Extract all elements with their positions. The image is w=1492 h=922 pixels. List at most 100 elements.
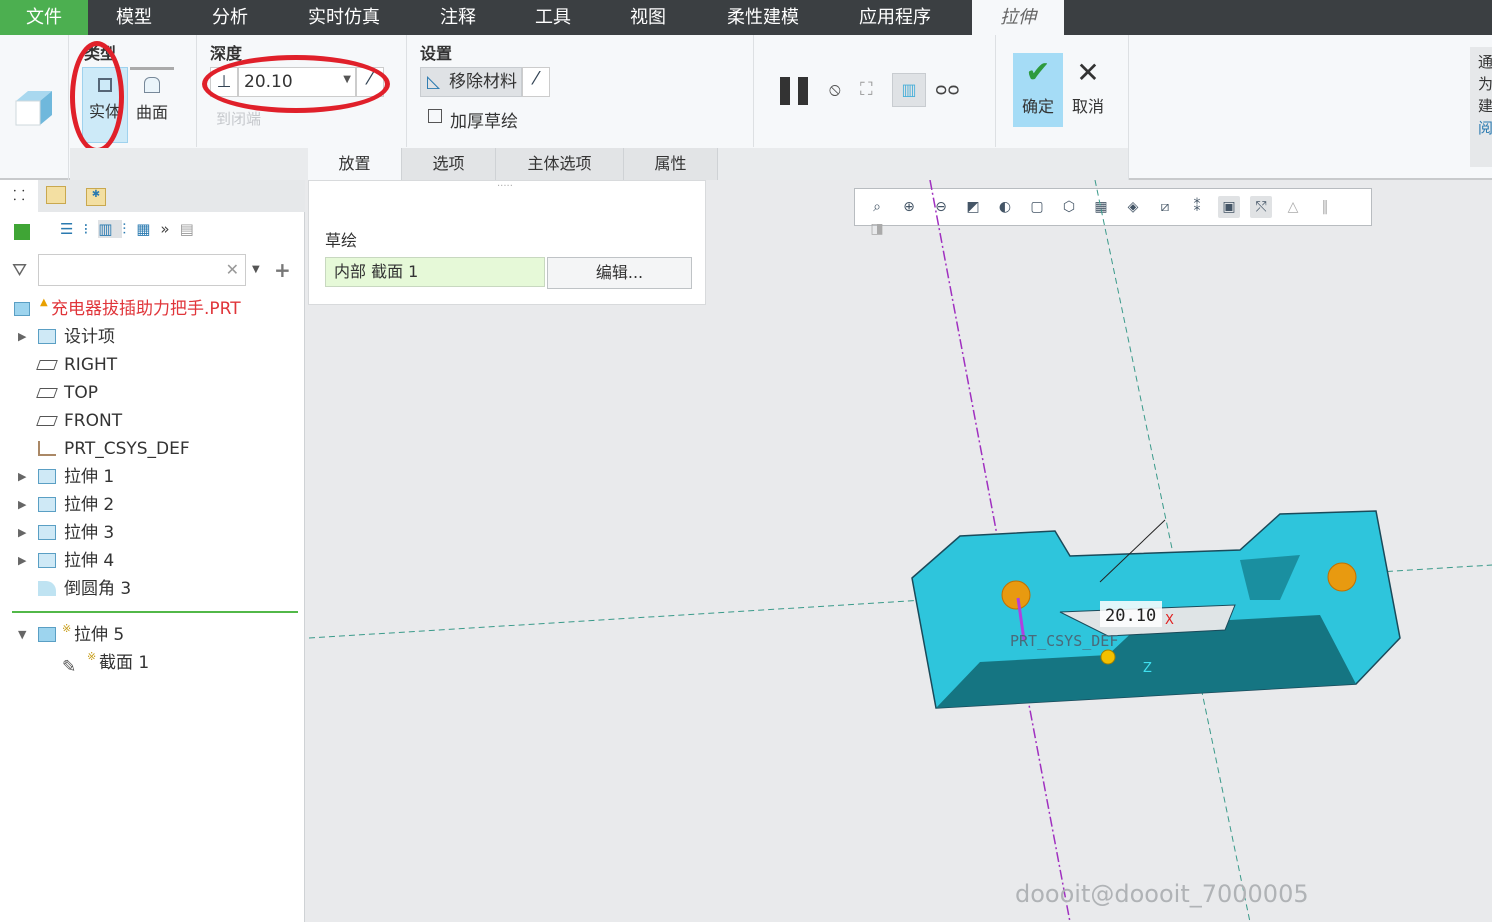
tree-item[interactable]: ▶ 拉伸 2 [0,491,114,519]
geometry-preview-icon[interactable]: ⛶ [860,79,873,100]
filter-icon: ⛛ [12,260,28,281]
remove-material-toggle[interactable]: 移除材料 ◺ [420,67,522,97]
part-icon [14,224,30,240]
menu-file[interactable]: 文件 [0,0,88,35]
remove-material-icon: ◺ [427,72,441,92]
drag-handle-point [1001,580,1031,610]
tree-item-active-extrude[interactable]: ▼ ※ 拉伸 5 [0,621,124,649]
remove-material-label: 移除材料 [449,72,517,92]
flip-material-icon[interactable]: ⁄ [522,67,550,97]
tree-item[interactable]: ▶ 拉伸 1 [0,463,114,491]
axis-z-label: Z [1143,661,1152,676]
tree-item[interactable]: ▶ 拉伸 3 [0,519,114,547]
datum-plane-icon [36,388,58,398]
pause-icon[interactable] [780,77,810,105]
tab-options[interactable]: 选项 [402,148,496,180]
tree-item[interactable]: FRONT [0,407,122,435]
no-preview-icon[interactable]: ⦸ [829,79,841,100]
surface-label: 曲面 [135,103,168,122]
menu-annotate[interactable]: 注释 [408,0,508,35]
extrude-icon [38,627,56,642]
tree-item[interactable]: 倒圆角 3 [0,575,131,603]
tree-item[interactable]: RIGHT [0,351,117,379]
csys-label: PRT_CSYS_DEF [1010,632,1118,650]
menu-simulation[interactable]: 实时仿真 [280,0,408,35]
tree-root[interactable]: ▲ 充电器拔插助力把手.PRT [0,295,241,323]
checkmark-icon: ✔ [1025,55,1051,90]
favorites-tab-icon[interactable]: ✱ [86,188,106,206]
tree-item-label: 拉伸 2 [64,495,115,515]
watermark: doooit@doooit_7000005 [1015,880,1309,908]
viewport-canvas[interactable]: 20.10 PRT_CSYS_DEF X Z doooit@doooit_700… [305,180,1492,922]
tree-item-label: 倒圆角 3 [64,579,132,599]
tree-item[interactable]: TOP [0,379,98,407]
menu-applications[interactable]: 应用程序 [828,0,962,35]
expand-arrow-icon[interactable]: ▶ [18,463,26,491]
tab-properties[interactable]: 属性 [624,148,718,180]
datum-plane-icon [36,416,58,426]
new-feature-icon: ※ [87,650,97,663]
menu-model[interactable]: 模型 [88,0,180,35]
menu-view[interactable]: 视图 [598,0,698,35]
tab-extrude[interactable]: 拉伸 [972,0,1064,35]
axis-x-label: X [1165,613,1174,628]
tree-filter-icon[interactable]: ⫶ [122,220,136,238]
new-feature-icon: ※ [62,622,72,635]
menu-tools[interactable]: 工具 [508,0,598,35]
hint-link[interactable]: 阅 [1478,117,1492,139]
tree-item[interactable]: PRT_CSYS_DEF [0,435,190,463]
tree-expand-icon[interactable]: ⁝ [83,220,98,238]
glasses-icon[interactable]: ᴑᴑ [935,79,960,100]
sketch-icon: ✎ [62,657,77,677]
search-dropdown-icon[interactable]: ▼ [252,264,260,275]
collapse-arrow-icon[interactable]: ▼ [18,621,26,649]
expand-arrow-icon[interactable]: ▶ [18,519,26,547]
tree-item-label: 拉伸 5 [74,625,125,645]
hint-text: 通 [1478,53,1492,71]
thicken-checkbox[interactable] [428,109,442,123]
expand-arrow-icon[interactable]: ▶ [18,323,26,351]
tab-placement[interactable]: 放置 [308,148,402,180]
thicken-label: 加厚草绘 [450,112,518,132]
csys-icon [38,441,56,456]
menu-analysis[interactable]: 分析 [180,0,280,35]
verify-preview-icon[interactable]: ▥ [892,73,926,107]
depth-dimension-label[interactable]: 20.10 [1105,606,1156,626]
ok-button[interactable]: ✔ 确定 [1013,53,1063,127]
settings-group-label: 设置 [420,44,453,63]
expand-arrow-icon[interactable]: ▶ [18,491,26,519]
hint-text: 为 [1478,75,1492,93]
tree-item-section[interactable]: ✎ ※ 截面 1 [0,649,149,677]
expand-arrow-icon[interactable]: ▶ [18,547,26,575]
clear-icon[interactable]: ✕ [226,260,239,279]
hint-text: 建 [1478,97,1492,115]
tree-settings-icon[interactable]: ▦ [136,220,160,238]
model-tree-tab-icon[interactable]: ⸬ [0,180,38,212]
tree-item[interactable]: ▶ 拉伸 4 [0,547,114,575]
folder-browser-tab-icon[interactable] [46,186,66,204]
notes-icon[interactable]: ▤ [180,220,204,238]
tab-body-options[interactable]: 主体选项 [496,148,624,180]
tree-search-input[interactable]: ✕ [38,254,246,286]
annotation-ellipse [202,55,390,113]
tree-item[interactable]: ▶ 设计项 [0,323,115,351]
tree-item-label: TOP [64,383,99,403]
tree-list-icon[interactable]: ☰ [60,220,83,238]
extrude-icon [38,553,56,568]
insert-indicator[interactable] [12,611,298,613]
navigator-tabs: ⸬ ✱ [0,180,305,212]
round-icon [38,581,56,596]
close-icon: ✕ [1076,56,1100,89]
warning-icon: ▲ [40,297,48,308]
more-icon[interactable]: » [160,220,179,238]
tree-item-label: PRT_CSYS_DEF [64,439,190,459]
tree-item-label: 设计项 [64,327,115,347]
tree-item-label: 拉伸 3 [64,523,115,543]
tree-columns-icon[interactable]: ▥ [98,220,123,238]
add-icon[interactable]: + [274,258,291,282]
cancel-button[interactable]: ✕ 取消 [1065,53,1111,127]
tree-item-label: 截面 1 [99,653,150,673]
help-side-panel: 通 为 建 阅 [1470,47,1492,167]
menu-flexible-modeling[interactable]: 柔性建模 [698,0,828,35]
surface-button[interactable]: 曲面 [130,67,174,143]
